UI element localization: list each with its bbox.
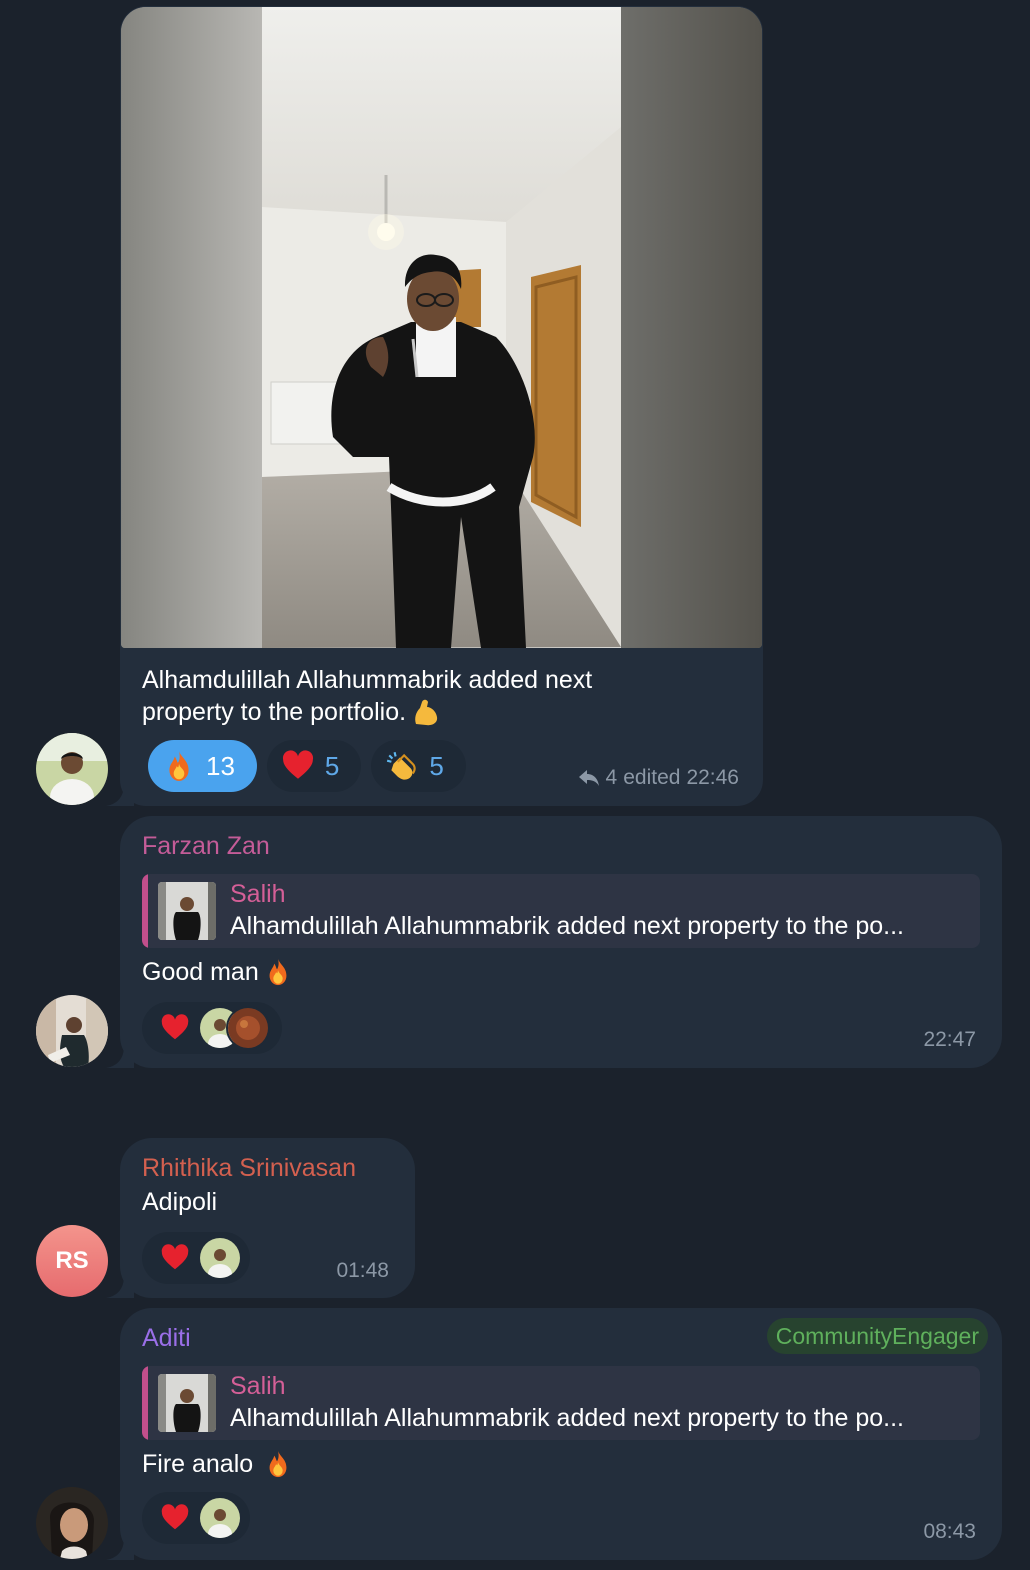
quote-bar bbox=[142, 1366, 148, 1440]
caption-line-1: Alhamdulillah Allahummabrik added next bbox=[142, 666, 593, 694]
reactions-row bbox=[142, 1232, 250, 1284]
quote-sender: Salih bbox=[230, 880, 286, 908]
avatar-aditi[interactable] bbox=[36, 1487, 108, 1559]
avatar-farzan[interactable] bbox=[36, 995, 108, 1067]
caption-line-2: property to the portfolio. bbox=[142, 698, 407, 726]
heart-emoji-icon bbox=[281, 749, 315, 783]
message-meta: 4 edited 22:46 bbox=[578, 766, 739, 790]
reactions-row bbox=[142, 1002, 282, 1054]
quote-text: Alhamdulillah Allahummabrik added next p… bbox=[230, 912, 904, 940]
quote-sender: Salih bbox=[230, 1372, 286, 1400]
message-photo[interactable]: Alhamdulillah Allahummabrik added next p… bbox=[120, 6, 763, 806]
message-time: 08:43 bbox=[923, 1520, 976, 1543]
reaction-fire-count: 13 bbox=[206, 750, 235, 781]
message-caption: Alhamdulillah Allahummabrik added next p… bbox=[142, 664, 592, 728]
reaction-heart-chip[interactable] bbox=[142, 1492, 250, 1544]
quote-text: Alhamdulillah Allahummabrik added next p… bbox=[230, 1404, 904, 1432]
message-photo-image[interactable] bbox=[121, 7, 762, 648]
bubble-tail bbox=[106, 1538, 134, 1560]
heart-emoji-icon bbox=[160, 1013, 190, 1043]
sender-name[interactable]: Farzan Zan bbox=[142, 832, 270, 861]
edited-label: edited bbox=[623, 766, 681, 789]
message-time: 22:46 bbox=[686, 766, 739, 789]
fire-emoji-icon bbox=[263, 1449, 293, 1479]
reactor-avatar bbox=[198, 1496, 242, 1540]
message-text: Adipoli bbox=[142, 1188, 218, 1216]
reaction-heart-chip[interactable] bbox=[142, 1002, 282, 1054]
bubble-tail bbox=[106, 1276, 134, 1298]
bubble-tail bbox=[106, 784, 134, 806]
reply-quote[interactable]: Salih Alhamdulillah Allahummabrik added … bbox=[142, 874, 980, 948]
sender-name[interactable]: Aditi bbox=[142, 1324, 191, 1353]
reactions-row: 13 5 5 bbox=[148, 740, 466, 792]
reaction-fire-chip[interactable]: 13 bbox=[148, 740, 257, 792]
photo-man-with-keys bbox=[121, 7, 762, 648]
heart-emoji-icon bbox=[160, 1243, 190, 1273]
message-body: Good man bbox=[142, 956, 293, 988]
fire-emoji-icon bbox=[263, 957, 293, 987]
reactions-row bbox=[142, 1492, 250, 1544]
reaction-heart-count: 5 bbox=[324, 750, 340, 781]
message-text: Good man bbox=[142, 958, 259, 986]
quote-thumbnail bbox=[158, 1374, 216, 1432]
clapping-hands-emoji-icon bbox=[385, 749, 419, 783]
quote-bar bbox=[142, 874, 148, 948]
reaction-heart-chip[interactable]: 5 bbox=[266, 740, 362, 792]
message-time: 01:48 bbox=[336, 1259, 389, 1282]
message-aditi[interactable]: Aditi CommunityEngager Salih Alhamdulill… bbox=[120, 1308, 1002, 1560]
sender-name[interactable]: Rhithika Srinivasan bbox=[142, 1154, 356, 1183]
message-farzan[interactable]: Farzan Zan Salih Alhamdulillah Allahumma… bbox=[120, 816, 1002, 1068]
heart-emoji-icon bbox=[160, 1503, 190, 1533]
quote-thumbnail bbox=[158, 882, 216, 940]
avatar-rhithika[interactable]: RS bbox=[36, 1225, 108, 1297]
message-time: 22:47 bbox=[923, 1028, 976, 1051]
replies-count[interactable]: 4 bbox=[606, 766, 618, 790]
message-rhithika[interactable]: Rhithika Srinivasan Adipoli 01:48 bbox=[120, 1138, 415, 1298]
fire-emoji-icon bbox=[162, 749, 196, 783]
reactor-avatar bbox=[198, 1236, 242, 1280]
reaction-heart-chip[interactable] bbox=[142, 1232, 250, 1284]
flexed-biceps-emoji-icon bbox=[410, 696, 442, 728]
reply-quote[interactable]: Salih Alhamdulillah Allahummabrik added … bbox=[142, 1366, 980, 1440]
community-badge: CommunityEngager bbox=[766, 1318, 988, 1354]
reaction-clap-count: 5 bbox=[429, 750, 444, 781]
avatar-initials: RS bbox=[55, 1247, 89, 1274]
bubble-tail bbox=[106, 1046, 134, 1068]
message-body: Fire analo bbox=[142, 1448, 293, 1480]
message-text: Fire analo bbox=[142, 1450, 254, 1478]
reactor-avatar bbox=[226, 1006, 270, 1050]
reply-arrow-icon[interactable] bbox=[578, 768, 600, 788]
reaction-clap-chip[interactable]: 5 bbox=[371, 740, 466, 792]
avatar-salih[interactable] bbox=[36, 733, 108, 805]
